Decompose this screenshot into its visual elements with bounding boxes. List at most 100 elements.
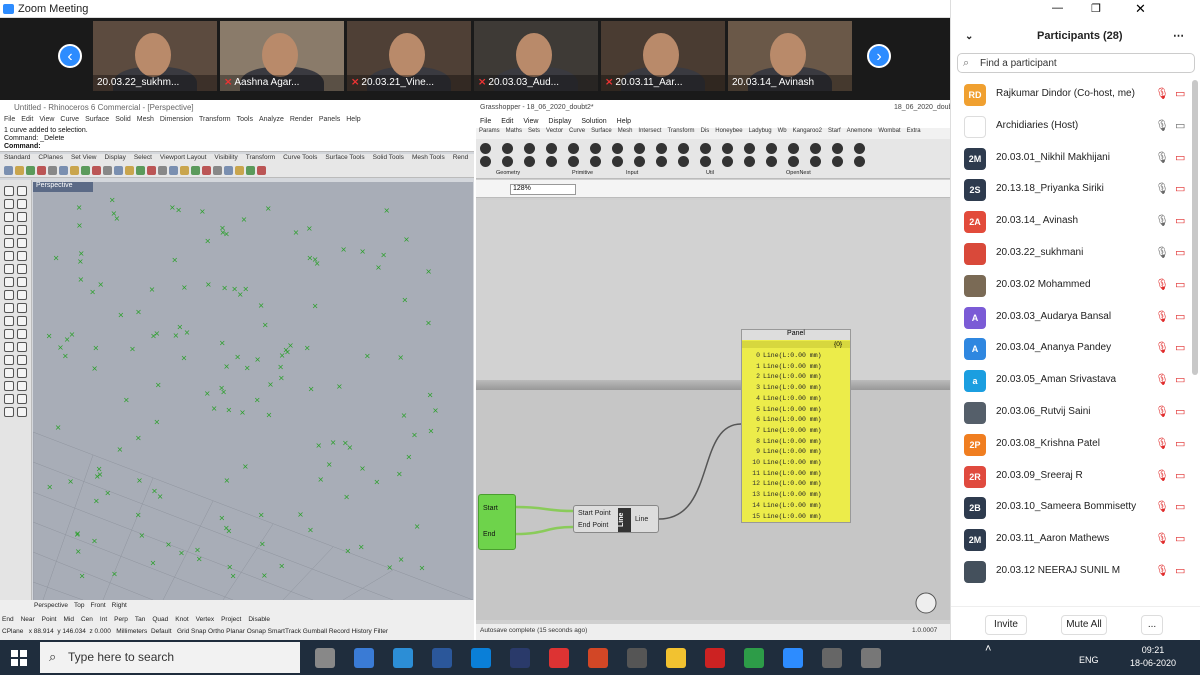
gh-tab[interactable]: Dis <box>701 128 710 134</box>
video-icon[interactable]: ▭ <box>1175 119 1185 132</box>
rhino-toolbar-tab[interactable]: Surface Tools <box>325 154 364 161</box>
participant-row[interactable]: RD Rajkumar Dindor (Co-host, me) 🎙 ▭ <box>951 79 1200 111</box>
component-icon[interactable] <box>722 143 733 154</box>
point-marker[interactable]: × <box>359 464 366 473</box>
point-marker[interactable]: × <box>314 259 321 268</box>
rhino-toolbar-tab[interactable]: Solid Tools <box>373 154 404 161</box>
point-marker[interactable]: × <box>55 423 62 432</box>
point-marker[interactable]: × <box>204 389 211 398</box>
zoom-select[interactable]: 128% <box>510 184 576 195</box>
point-marker[interactable]: × <box>211 404 218 413</box>
side-tool-icon[interactable] <box>4 355 14 365</box>
point-marker[interactable]: × <box>93 496 100 505</box>
prev-page-button[interactable]: ‹ <box>58 44 82 68</box>
video-off-icon[interactable]: ▭ <box>1175 214 1185 227</box>
component-icon[interactable] <box>612 143 623 154</box>
point-marker[interactable]: × <box>330 438 337 447</box>
photoshop-icon[interactable] <box>510 648 530 668</box>
point-marker[interactable]: × <box>149 285 156 294</box>
participant-row[interactable]: 2P 20.03.08_Krishna Patel 🎙 ▭ <box>951 429 1200 461</box>
point-marker[interactable]: × <box>425 267 432 276</box>
rhino-menu-item[interactable]: Analyze <box>259 116 284 123</box>
toolbar-button-icon[interactable] <box>26 166 35 175</box>
side-tool-icon[interactable] <box>17 368 27 378</box>
video-off-icon[interactable]: ▭ <box>1175 310 1185 323</box>
point-marker[interactable]: × <box>242 462 249 471</box>
gh-tab[interactable]: Honeybee <box>715 128 742 134</box>
point-marker[interactable]: × <box>76 203 83 212</box>
point-marker[interactable]: × <box>136 476 143 485</box>
point-marker[interactable]: × <box>401 411 408 420</box>
next-page-button[interactable]: › <box>867 44 891 68</box>
mute-all-button[interactable]: Mute All <box>1061 615 1107 635</box>
point-marker[interactable]: × <box>307 254 314 263</box>
side-tool-icon[interactable] <box>4 238 14 248</box>
line-output[interactable]: Line <box>635 516 648 523</box>
participant-row[interactable]: A 20.03.04_Ananya Pandey 🎙 ▭ <box>951 333 1200 365</box>
point-marker[interactable]: × <box>204 236 211 245</box>
side-tool-icon[interactable] <box>17 394 27 404</box>
rhino-menu-item[interactable]: Tools <box>237 116 253 123</box>
participant-video-tile[interactable]: ⨯ 20.03.11_Aar... <box>601 21 725 91</box>
gh-tab[interactable]: Transform <box>667 128 694 134</box>
sketchup-icon[interactable] <box>549 648 569 668</box>
point-marker[interactable]: × <box>225 405 232 414</box>
participant-row[interactable]: 2M 20.03.11_Aaron Mathews 🎙 ▭ <box>951 524 1200 556</box>
participant-row[interactable]: Archidiaries (Host) 🎙 ▭ <box>951 111 1200 143</box>
osnap-option[interactable]: Near <box>21 616 35 623</box>
zoom-icon[interactable] <box>783 648 803 668</box>
gh-ribbon[interactable]: Geometry Primitive Input Util OpenNest <box>476 139 950 179</box>
mic-muted-icon[interactable]: 🎙 <box>1155 532 1169 545</box>
component-icon[interactable] <box>854 143 865 154</box>
more-icon[interactable]: ⋯ <box>1173 29 1184 42</box>
rhino-menu-item[interactable]: File <box>4 116 15 123</box>
component-icon[interactable] <box>810 156 821 167</box>
side-tool-icon[interactable] <box>4 264 14 274</box>
point-marker[interactable]: × <box>266 411 273 420</box>
point-marker[interactable]: × <box>109 195 116 204</box>
mic-muted-icon[interactable]: 🎙 <box>1155 469 1169 482</box>
point-marker[interactable]: × <box>184 328 191 337</box>
point-marker[interactable]: × <box>181 354 188 363</box>
gh-tab[interactable]: Extra <box>907 128 921 134</box>
chrome-icon[interactable] <box>744 648 764 668</box>
point-marker[interactable]: × <box>153 329 160 338</box>
app-l-icon[interactable] <box>393 648 413 668</box>
point-marker[interactable]: × <box>151 486 158 495</box>
point-marker[interactable]: × <box>364 352 371 361</box>
view-tab[interactable]: Front <box>90 602 105 609</box>
video-off-icon[interactable]: ▭ <box>1175 341 1185 354</box>
side-tool-icon[interactable] <box>4 277 14 287</box>
point-marker[interactable]: × <box>171 256 178 265</box>
viewport-label[interactable]: Perspective <box>33 182 93 192</box>
mic-muted-icon[interactable]: 🎙 <box>1155 278 1169 291</box>
gh-tab[interactable]: Wombat <box>878 128 900 134</box>
component-icon[interactable] <box>810 143 821 154</box>
point-marker[interactable]: × <box>315 441 322 450</box>
rhino-side-toolbar[interactable] <box>0 180 32 600</box>
point-marker[interactable]: × <box>277 363 284 372</box>
participant-row[interactable]: 2S 20.13.18_Priyanka Siriki 🎙 ▭ <box>951 174 1200 206</box>
rhino-menu-item[interactable]: Transform <box>199 116 231 123</box>
point-marker[interactable]: × <box>62 352 69 361</box>
gh-tab[interactable]: Intersect <box>638 128 661 134</box>
panel-component[interactable]: Panel {0} 0 Line(L:0.00 mm) 1 Line(L:0.00 m… <box>741 329 851 523</box>
rhino-icon[interactable] <box>861 648 881 668</box>
taskbar-search-input[interactable]: Type here to search <box>40 642 300 673</box>
point-marker[interactable]: × <box>380 250 387 259</box>
side-tool-icon[interactable] <box>17 329 27 339</box>
video-off-icon[interactable]: ▭ <box>1175 373 1185 386</box>
toolbar-button-icon[interactable] <box>246 166 255 175</box>
param-start[interactable]: Start <box>483 505 498 512</box>
side-tool-icon[interactable] <box>17 342 27 352</box>
point-marker[interactable]: × <box>76 221 83 230</box>
point-marker[interactable]: × <box>241 215 248 224</box>
point-marker[interactable]: × <box>138 531 145 540</box>
component-icon[interactable] <box>502 143 513 154</box>
command-prompt[interactable]: Command: <box>4 143 470 151</box>
point-marker[interactable]: × <box>221 283 228 292</box>
mic-muted-icon[interactable]: 🎙 <box>1155 341 1169 354</box>
rhino-menu-item[interactable]: Help <box>346 116 360 123</box>
point-marker[interactable]: × <box>342 438 349 447</box>
osnap-option[interactable]: Disable <box>248 616 270 623</box>
